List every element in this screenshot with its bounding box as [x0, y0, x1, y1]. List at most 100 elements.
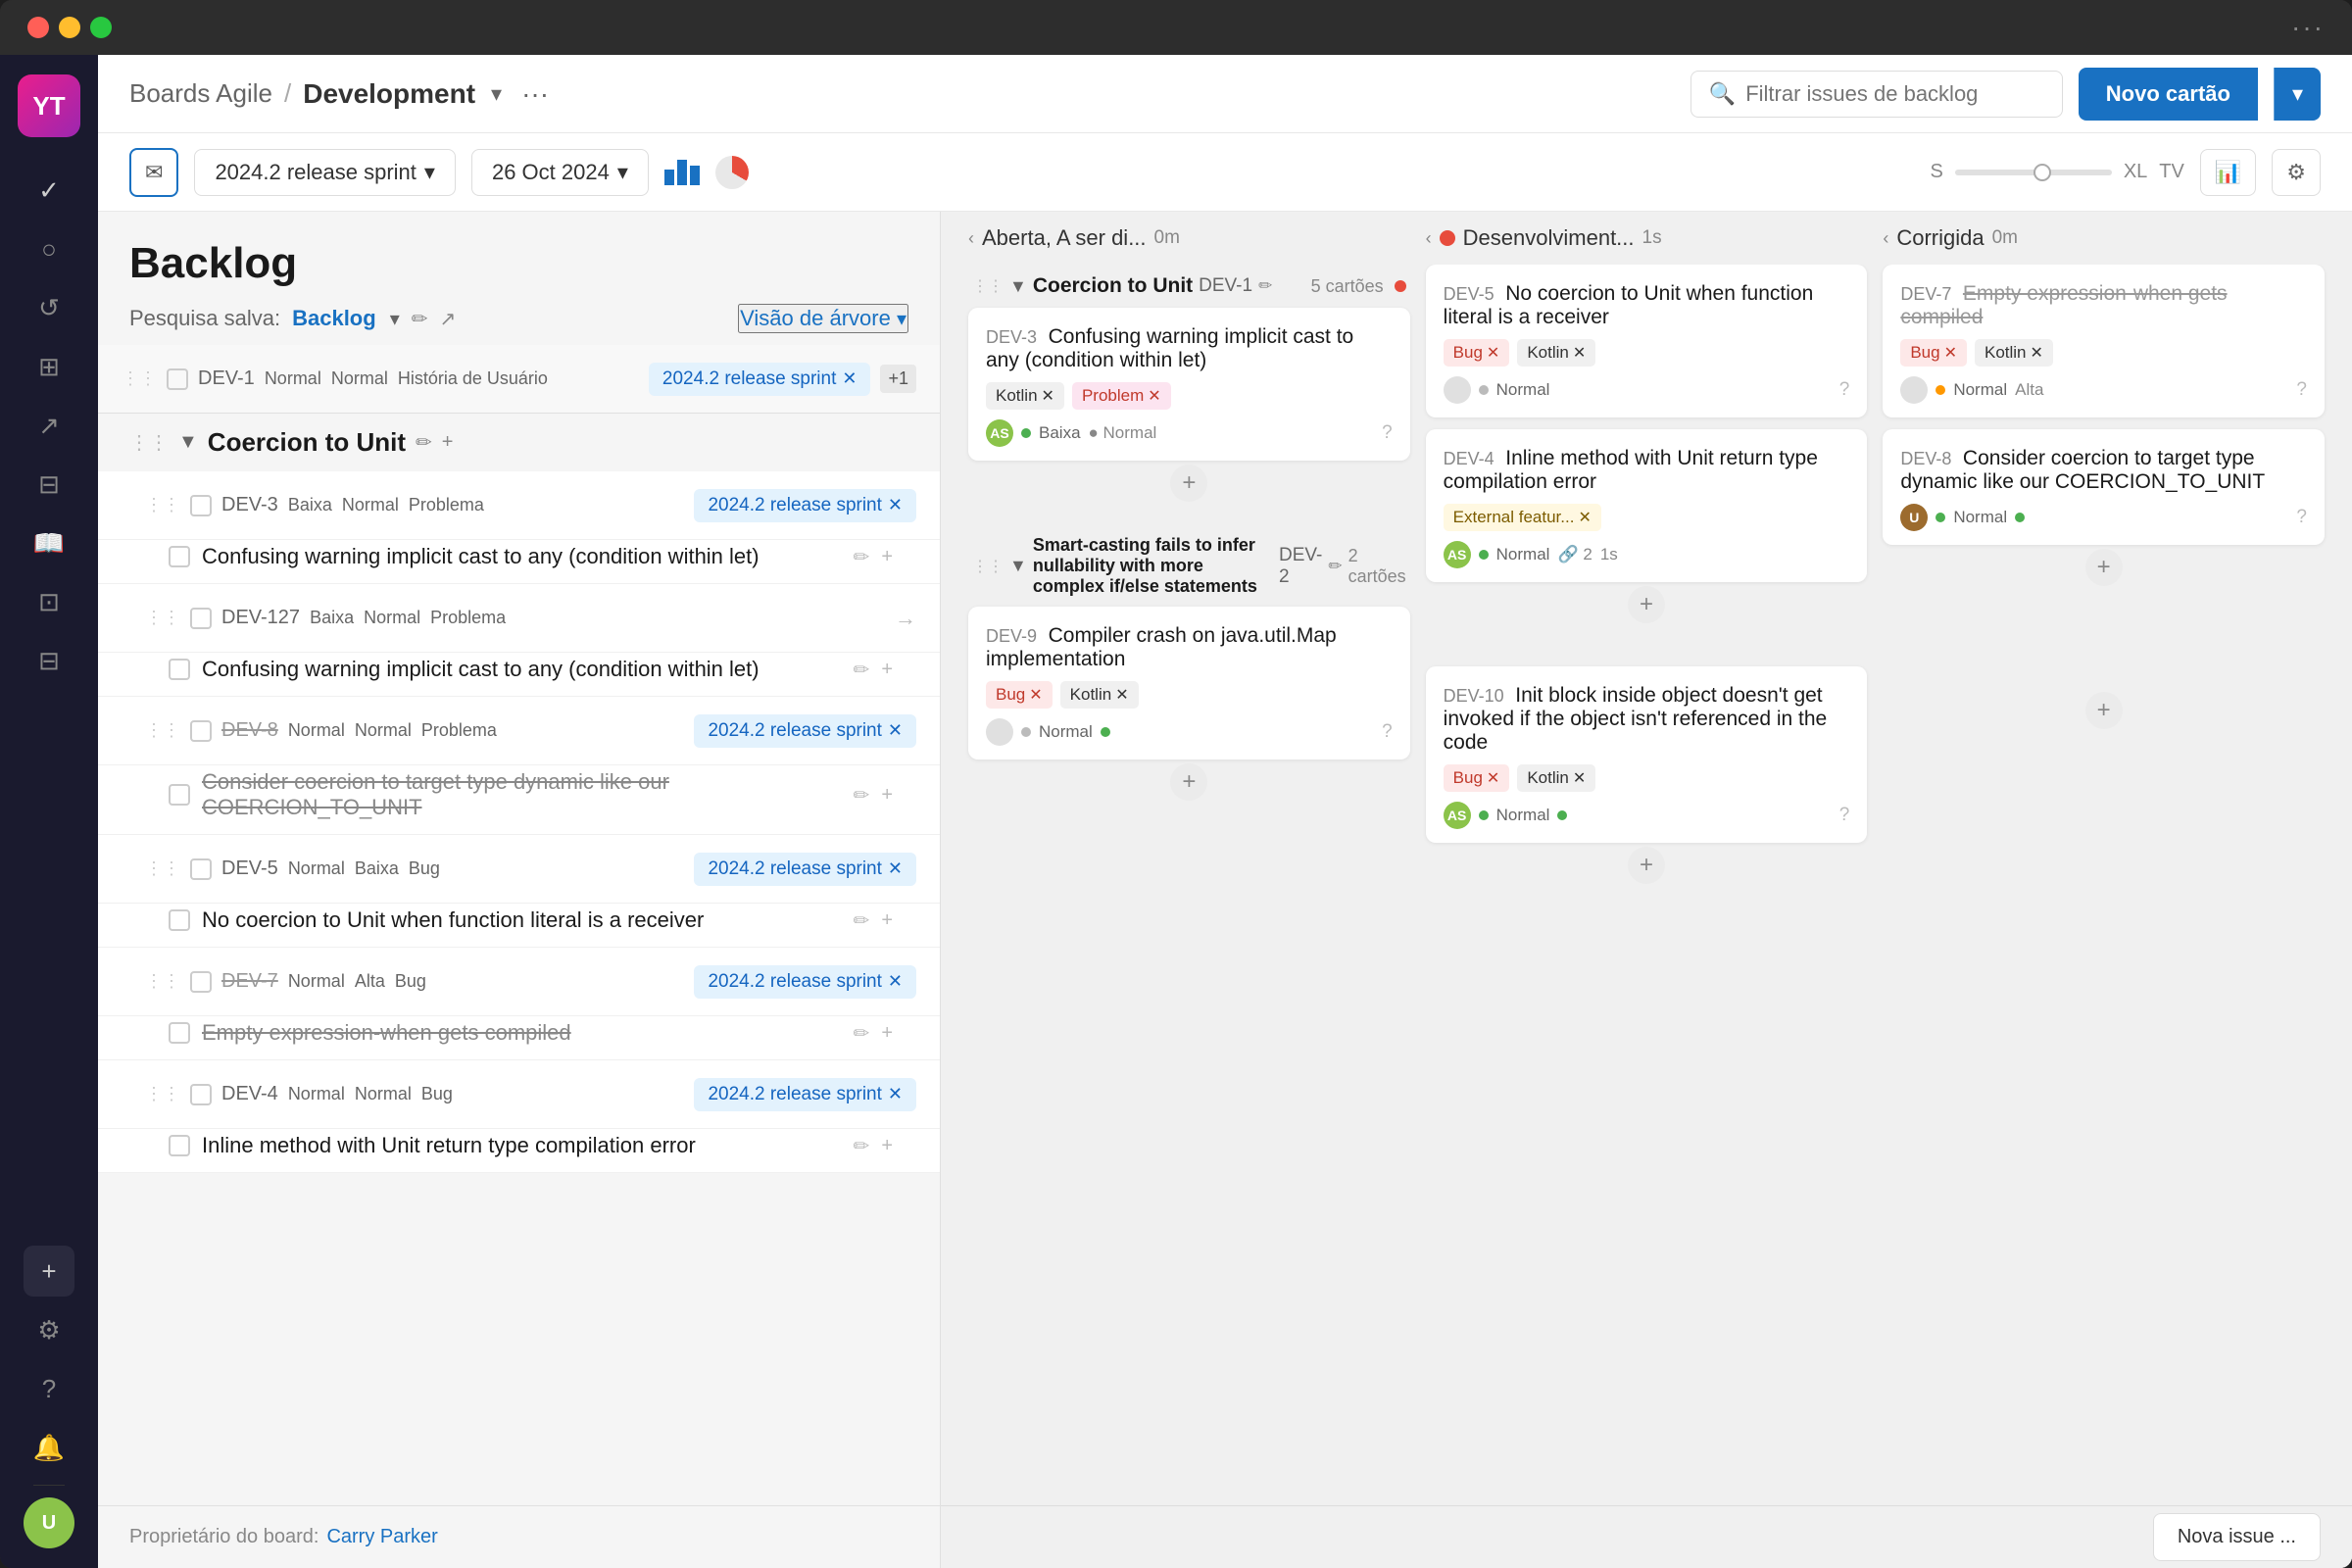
sprint-tag-remove[interactable]: ✕: [888, 971, 903, 992]
board-card[interactable]: DEV-5 No coercion to Unit when function …: [1426, 265, 1868, 417]
slider-track[interactable]: [1955, 170, 2112, 175]
issue-checkbox[interactable]: [190, 608, 212, 629]
kotlin-tag[interactable]: Kotlin ✕: [1517, 339, 1595, 367]
issue-id[interactable]: DEV-1: [198, 368, 255, 390]
sprint-tag[interactable]: 2024.2 release sprint ✕: [694, 853, 916, 886]
tag-remove-icon[interactable]: ✕: [1944, 343, 1957, 363]
add-card-button[interactable]: +: [1170, 465, 1207, 502]
edit-icon[interactable]: ✏: [854, 1021, 870, 1046]
edit-icon[interactable]: ✏: [854, 1134, 870, 1158]
sidebar-item-kanban[interactable]: ⊞: [24, 341, 74, 392]
mail-button[interactable]: ✉: [129, 148, 178, 197]
pie-chart-icon[interactable]: [715, 156, 749, 189]
kotlin-tag[interactable]: Kotlin ✕: [1975, 339, 2053, 367]
issue-checkbox[interactable]: [169, 1135, 190, 1156]
backlog-saved-search-link[interactable]: Backlog: [292, 306, 376, 331]
issue-title[interactable]: No coercion to Unit when function litera…: [202, 907, 842, 933]
epic-collapse-icon[interactable]: ▼: [1009, 276, 1027, 297]
tree-view-button[interactable]: Visão de árvore ▾: [738, 304, 908, 333]
question-icon[interactable]: ?: [1382, 721, 1393, 743]
sprint-tag-remove[interactable]: ✕: [888, 720, 903, 741]
issue-checkbox[interactable]: [190, 971, 212, 993]
col-collapse-icon[interactable]: ‹: [1883, 228, 1888, 249]
sprint-tag-remove[interactable]: ✕: [842, 368, 857, 389]
sprint-selector[interactable]: 2024.2 release sprint ▾: [194, 149, 456, 196]
kotlin-tag[interactable]: Kotlin ✕: [986, 382, 1064, 410]
issue-id[interactable]: DEV-4: [221, 1083, 278, 1105]
bug-tag[interactable]: Bug ✕: [1900, 339, 1967, 367]
issue-checkbox[interactable]: [169, 659, 190, 680]
add-icon[interactable]: +: [881, 1135, 893, 1157]
user-avatar[interactable]: U: [24, 1497, 74, 1548]
add-icon[interactable]: +: [881, 659, 893, 681]
question-icon[interactable]: ?: [2296, 379, 2307, 401]
issue-title[interactable]: Consider coercion to target type dynamic…: [202, 769, 842, 820]
novo-cartao-dropdown[interactable]: ▾: [2274, 68, 2321, 121]
col-collapse-icon[interactable]: ‹: [968, 228, 974, 249]
issue-checkbox[interactable]: [169, 909, 190, 931]
edit-icon[interactable]: ✏: [854, 783, 870, 808]
sidebar-item-check[interactable]: ✓: [24, 165, 74, 216]
view-settings-button[interactable]: ⚙: [2272, 149, 2321, 196]
board-card[interactable]: DEV-3 Confusing warning implicit cast to…: [968, 308, 1410, 461]
add-card-button[interactable]: +: [1170, 763, 1207, 801]
epic-edit-icon[interactable]: ✏: [1258, 276, 1272, 296]
tag-remove-icon[interactable]: ✕: [1487, 343, 1499, 363]
sprint-tag[interactable]: 2024.2 release sprint ✕: [694, 965, 916, 999]
sprint-tag-remove[interactable]: ✕: [888, 495, 903, 515]
sprint-tag-remove[interactable]: ✕: [888, 858, 903, 879]
project-more-icon[interactable]: ···: [521, 78, 549, 110]
issue-checkbox[interactable]: [169, 1022, 190, 1044]
board-card[interactable]: DEV-8 Consider coercion to target type d…: [1883, 429, 2325, 545]
board-card[interactable]: DEV-9 Compiler crash on java.util.Map im…: [968, 607, 1410, 760]
add-card-button[interactable]: +: [1628, 847, 1665, 884]
nova-issue-button[interactable]: Nova issue ...: [2153, 1513, 2321, 1561]
search-input[interactable]: [1745, 81, 2044, 107]
sprint-tag[interactable]: 2024.2 release sprint ✕: [694, 1078, 916, 1111]
kotlin-tag[interactable]: Kotlin ✕: [1060, 681, 1139, 709]
bug-tag[interactable]: Bug ✕: [1444, 764, 1510, 792]
bug-tag[interactable]: Bug ✕: [986, 681, 1053, 709]
add-card-button[interactable]: +: [2085, 692, 2123, 729]
issue-title[interactable]: Inline method with Unit return type comp…: [202, 1133, 842, 1158]
epic-collapse-icon[interactable]: ▼: [1009, 556, 1027, 576]
tag-remove-icon[interactable]: ✕: [1148, 386, 1160, 406]
problem-tag[interactable]: Problem ✕: [1072, 382, 1171, 410]
close-button[interactable]: [27, 17, 49, 38]
sidebar-item-help[interactable]: ?: [24, 1363, 74, 1414]
tag-remove-icon[interactable]: ✕: [1487, 768, 1499, 788]
tag-remove-icon[interactable]: ✕: [1573, 768, 1586, 788]
edit-search-icon[interactable]: ✏: [412, 307, 428, 331]
board-card[interactable]: DEV-10 Init block inside object doesn't …: [1426, 666, 1868, 843]
add-icon[interactable]: +: [881, 546, 893, 568]
breadcrumb-project[interactable]: Development: [303, 78, 475, 110]
sprint-tag[interactable]: 2024.2 release sprint ✕: [694, 714, 916, 748]
board-card[interactable]: DEV-7 Empty expression-when gets compile…: [1883, 265, 2325, 417]
edit-icon[interactable]: ✏: [854, 658, 870, 682]
edit-icon[interactable]: ✏: [854, 545, 870, 569]
add-icon[interactable]: +: [881, 1022, 893, 1045]
question-icon[interactable]: ?: [1839, 379, 1850, 401]
add-card-button[interactable]: +: [2085, 549, 2123, 586]
title-bar-menu[interactable]: ···: [2291, 12, 2325, 43]
add-icon[interactable]: +: [881, 909, 893, 932]
issue-title[interactable]: Confusing warning implicit cast to any (…: [202, 657, 842, 682]
issue-id[interactable]: DEV-3: [221, 494, 278, 516]
view-chart-button[interactable]: 📊: [2200, 149, 2256, 196]
sidebar-item-inbox[interactable]: ⊡: [24, 576, 74, 627]
epic-collapse-icon[interactable]: ▼: [178, 431, 198, 454]
sidebar-item-grid[interactable]: ⊟: [24, 459, 74, 510]
date-selector[interactable]: 26 Oct 2024 ▾: [471, 149, 649, 196]
issue-id[interactable]: DEV-8: [221, 719, 278, 742]
saved-search-dropdown[interactable]: ▾: [390, 307, 400, 331]
sprint-tag-remove[interactable]: ✕: [888, 1084, 903, 1104]
project-dropdown-icon[interactable]: ▾: [491, 81, 502, 107]
kotlin-tag[interactable]: Kotlin ✕: [1517, 764, 1595, 792]
novo-cartao-button[interactable]: Novo cartão: [2079, 68, 2258, 121]
issue-checkbox[interactable]: [190, 1084, 212, 1105]
issue-title[interactable]: Empty expression-when gets compiled: [202, 1020, 842, 1046]
tag-remove-icon[interactable]: ✕: [2031, 343, 2043, 363]
bar-chart-icon[interactable]: [664, 160, 700, 185]
sprint-tag[interactable]: 2024.2 release sprint ✕: [694, 489, 916, 522]
footer-owner-link[interactable]: Carry Parker: [326, 1526, 437, 1548]
